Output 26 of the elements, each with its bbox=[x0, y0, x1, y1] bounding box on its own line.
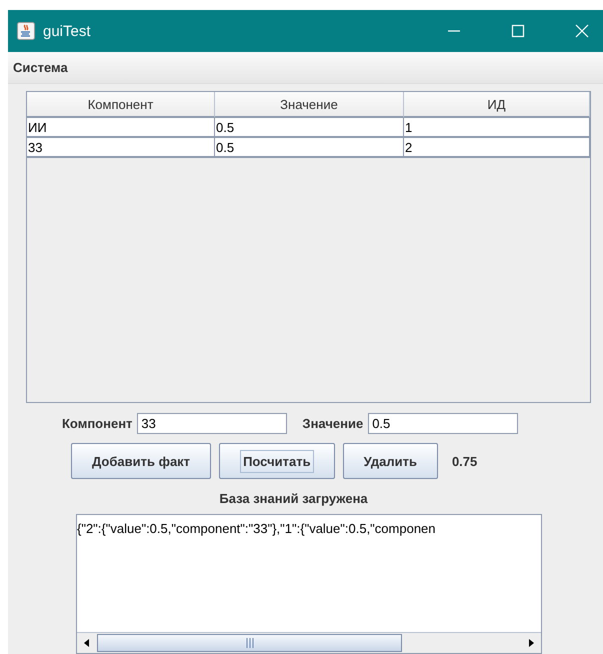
input-field[interactable]: 0.5 bbox=[368, 413, 518, 434]
field-label: Компонент bbox=[62, 416, 132, 431]
java-cup-icon bbox=[17, 22, 35, 40]
field-label: Значение bbox=[302, 416, 364, 431]
result-value: 0.75 bbox=[452, 454, 478, 468]
column-header[interactable]: Значение bbox=[215, 92, 404, 118]
menu-item[interactable]: Система bbox=[13, 60, 68, 75]
column-header[interactable]: Компонент bbox=[27, 92, 215, 118]
table-cell: 2 bbox=[404, 138, 590, 158]
maximize-icon[interactable] bbox=[511, 24, 525, 38]
table-cell: 33 bbox=[27, 138, 215, 158]
table-cell: 1 bbox=[404, 118, 590, 138]
table-cell: ИИ bbox=[27, 118, 215, 138]
scroll-thumb[interactable] bbox=[97, 634, 402, 652]
column-header[interactable]: ИД bbox=[404, 92, 590, 118]
table-cell: 0.5 bbox=[215, 118, 404, 138]
window-title: guiTest bbox=[43, 22, 91, 40]
action-button[interactable]: Посчитать bbox=[219, 443, 335, 479]
action-button[interactable]: Добавить факт bbox=[71, 443, 212, 479]
action-button[interactable]: Удалить bbox=[342, 443, 438, 479]
close-icon[interactable] bbox=[575, 24, 589, 38]
output-text: {"2":{"value":0.5,"component":"33"},"1":{"value":0.5,"componen bbox=[77, 520, 437, 538]
horizontal-scrollbar[interactable] bbox=[77, 632, 541, 653]
table-cell: 0.5 bbox=[215, 138, 404, 158]
input-field[interactable]: 33 bbox=[137, 413, 288, 434]
status-text: База знаний загружена bbox=[218, 491, 369, 506]
